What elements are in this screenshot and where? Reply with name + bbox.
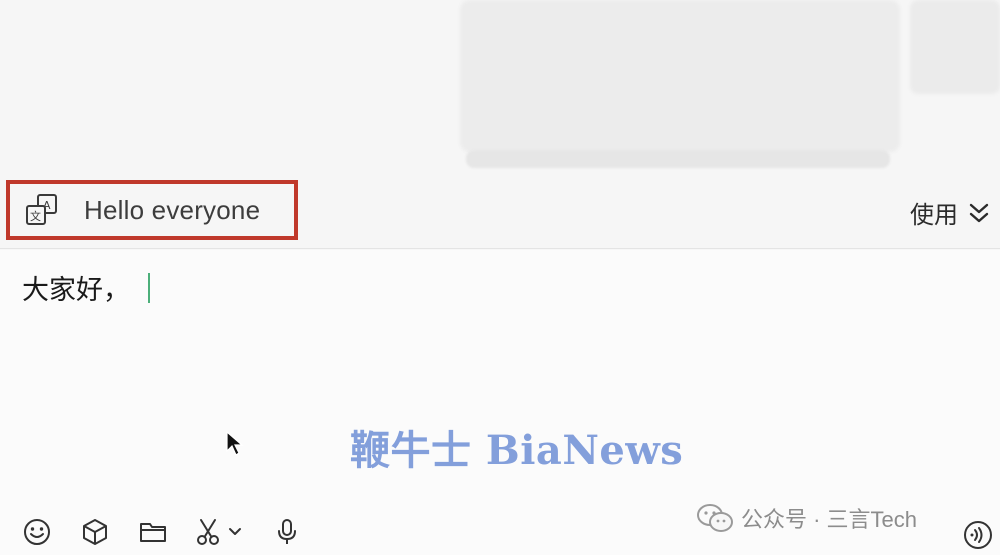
microphone-icon[interactable] bbox=[270, 515, 304, 549]
use-label: 使用 bbox=[910, 202, 958, 229]
use-translation-button[interactable]: 使用 bbox=[910, 195, 990, 230]
message-input-text: 大家好， bbox=[22, 275, 130, 306]
wechat-icon bbox=[697, 504, 733, 532]
input-toolbar bbox=[20, 515, 304, 549]
source-label: 公众号 · 三言Tech bbox=[741, 507, 918, 532]
blurred-avatar bbox=[910, 0, 1000, 94]
watermark: 鞭牛士 BiaNews bbox=[350, 427, 684, 474]
smiley-icon[interactable] bbox=[20, 515, 54, 549]
source-tag: 公众号 · 三言Tech bbox=[695, 502, 917, 534]
folder-icon[interactable] bbox=[136, 515, 170, 549]
blurred-message-bubble bbox=[460, 0, 900, 152]
text-caret bbox=[148, 272, 150, 303]
mouse-cursor-icon bbox=[226, 431, 244, 456]
chevron-down-icon bbox=[229, 528, 241, 535]
cube-icon[interactable] bbox=[78, 515, 112, 549]
scissors-icon[interactable] bbox=[194, 515, 246, 549]
svg-text:文: 文 bbox=[30, 209, 41, 223]
chat-history-area bbox=[0, 0, 1000, 178]
voice-input-icon[interactable] bbox=[962, 519, 994, 551]
translate-icon: A 文 bbox=[24, 192, 60, 228]
translation-suggestion[interactable]: A 文 Hello everyone bbox=[6, 180, 298, 240]
message-input[interactable]: 大家好， bbox=[22, 268, 150, 307]
blurred-message-bubble-base bbox=[466, 150, 890, 168]
translation-text: Hello everyone bbox=[84, 194, 261, 225]
chevron-double-down-icon[interactable] bbox=[968, 200, 990, 226]
